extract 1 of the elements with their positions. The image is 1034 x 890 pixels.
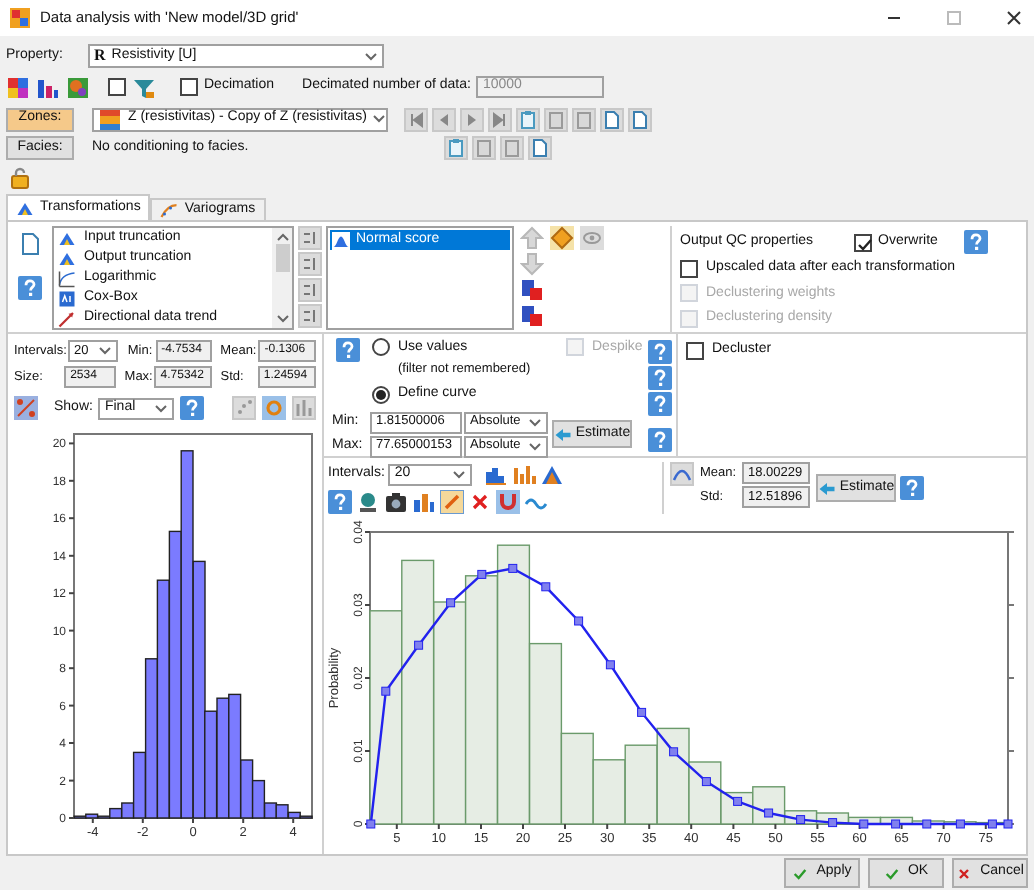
type-letter: R — [94, 44, 106, 68]
